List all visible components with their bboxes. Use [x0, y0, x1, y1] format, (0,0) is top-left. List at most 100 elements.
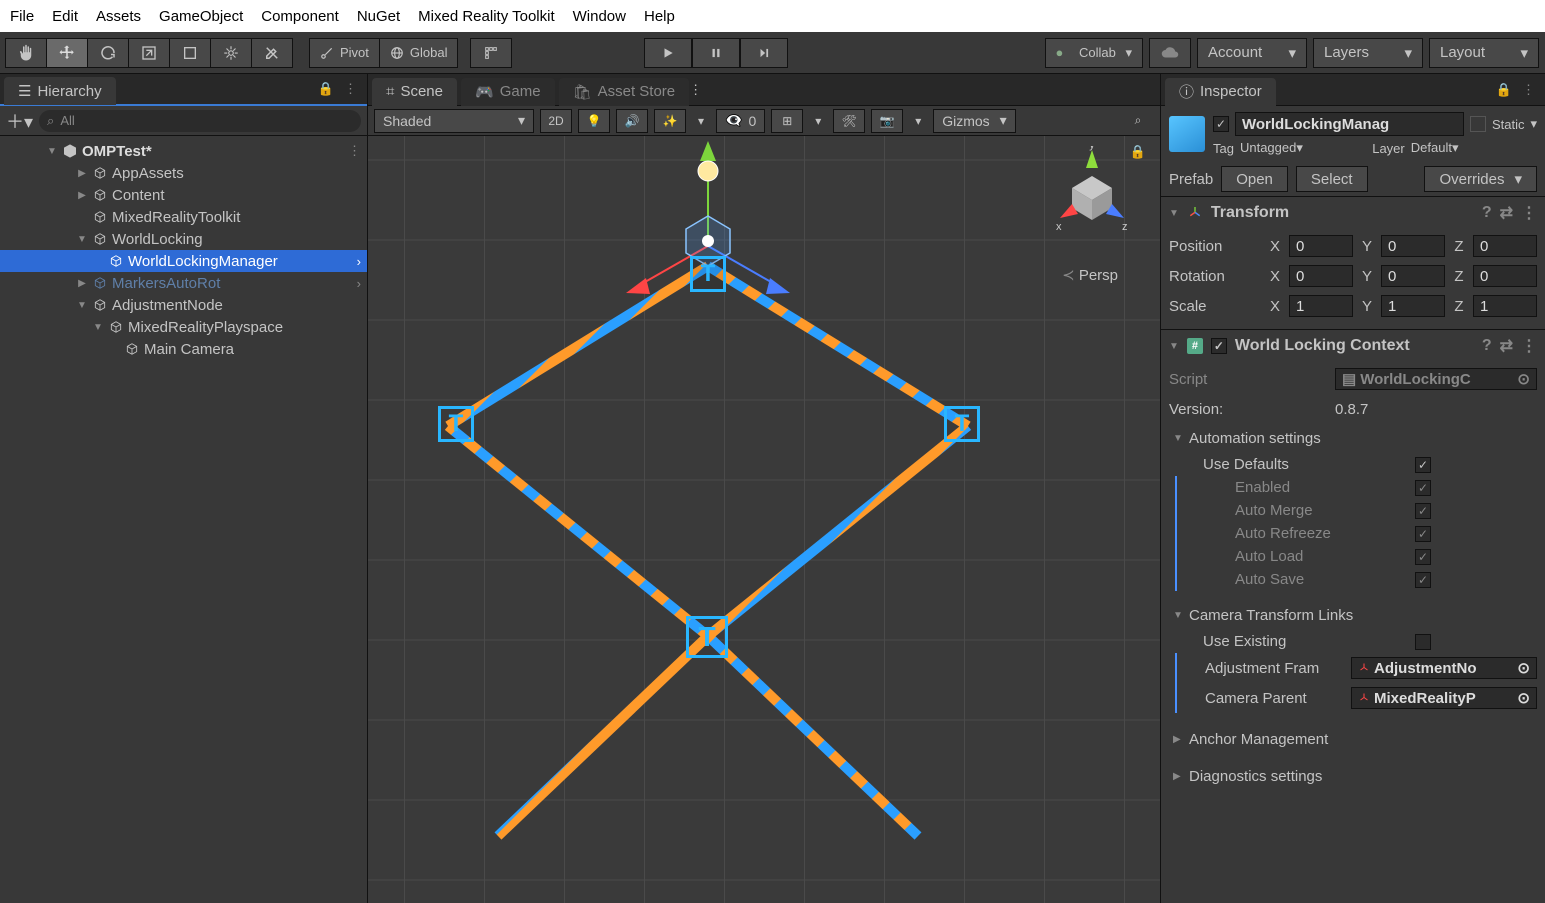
menu-gameobject[interactable]: GameObject: [159, 8, 243, 25]
tools-toggle[interactable]: 🛠: [833, 109, 865, 133]
rotation-z[interactable]: 0: [1473, 265, 1537, 287]
position-y[interactable]: 0: [1381, 235, 1445, 257]
diagnostics-section[interactable]: ▶Diagnostics settings: [1169, 762, 1537, 791]
preset-icon[interactable]: ⇄: [1500, 336, 1513, 356]
cloud-button[interactable]: [1149, 38, 1191, 68]
position-x[interactable]: 0: [1289, 235, 1353, 257]
pivot-toggle[interactable]: Pivot: [309, 38, 380, 68]
hierarchy-search[interactable]: ⌕All: [39, 110, 361, 132]
hand-tool[interactable]: [5, 38, 47, 68]
camera-parent-field[interactable]: MixedRealityP⊙: [1351, 687, 1537, 709]
transform-header[interactable]: ▼ Transform ? ⇄ ⋮: [1161, 196, 1545, 229]
autoload-checkbox[interactable]: ✓: [1415, 549, 1431, 565]
tab-menu-icon[interactable]: ⋮: [344, 81, 357, 97]
automerge-checkbox[interactable]: ✓: [1415, 503, 1431, 519]
camera-toggle[interactable]: 📷: [871, 109, 903, 133]
step-button[interactable]: [740, 38, 788, 68]
static-dropdown-icon[interactable]: ▾: [1530, 116, 1537, 132]
hierarchy-item[interactable]: MixedRealityToolkit: [0, 206, 367, 228]
menu-help[interactable]: Help: [644, 8, 675, 25]
move-tool[interactable]: [46, 38, 88, 68]
account-dropdown[interactable]: Account▾: [1197, 38, 1307, 68]
2d-toggle[interactable]: 2D: [540, 109, 572, 133]
component-menu-icon[interactable]: ⋮: [1521, 203, 1537, 223]
use-existing-checkbox[interactable]: ✓: [1415, 634, 1431, 650]
fx-dropdown[interactable]: ▾: [692, 109, 710, 133]
transform-tool[interactable]: [210, 38, 252, 68]
menu-nuget[interactable]: NuGet: [357, 8, 400, 25]
scene-menu-icon[interactable]: ⋮: [348, 143, 361, 159]
game-tab[interactable]: 🎮Game: [461, 78, 555, 106]
scale-z[interactable]: 1: [1473, 295, 1537, 317]
prefab-select-button[interactable]: Select: [1296, 166, 1368, 192]
enabled-checkbox[interactable]: ✓: [1415, 480, 1431, 496]
menu-component[interactable]: Component: [261, 8, 339, 25]
rotation-x[interactable]: 0: [1289, 265, 1353, 287]
projection-label[interactable]: ≺ Persp: [1062, 266, 1118, 284]
rotation-y[interactable]: 0: [1381, 265, 1445, 287]
scene-viewport[interactable]: T T T T y x z 🔒 ≺ Persp: [368, 136, 1160, 903]
create-dropdown[interactable]: ＋▾: [6, 108, 33, 134]
collab-dropdown[interactable]: ● Collab ▾: [1045, 38, 1143, 68]
autosave-checkbox[interactable]: ✓: [1415, 572, 1431, 588]
layer-dropdown[interactable]: Default▾: [1411, 140, 1537, 156]
hierarchy-item[interactable]: ▼ AdjustmentNode: [0, 294, 367, 316]
scene-tab[interactable]: ⌗Scene: [372, 78, 457, 106]
hierarchy-item[interactable]: ▶ AppAssets: [0, 162, 367, 184]
menu-assets[interactable]: Assets: [96, 8, 141, 25]
hierarchy-item[interactable]: ▶ Content: [0, 184, 367, 206]
menu-file[interactable]: File: [10, 8, 34, 25]
gameobject-name-field[interactable]: WorldLockingManag: [1235, 112, 1464, 136]
preset-icon[interactable]: ⇄: [1500, 203, 1513, 223]
hierarchy-item[interactable]: ▶ MarkersAutoRot ›: [0, 272, 367, 294]
hierarchy-item[interactable]: Main Camera: [0, 338, 367, 360]
orientation-gizmo[interactable]: y x z: [1042, 146, 1142, 246]
lighting-toggle[interactable]: 💡: [578, 109, 610, 133]
grid-dropdown[interactable]: ▾: [809, 109, 827, 133]
anchor-mgmt-section[interactable]: ▶Anchor Management: [1169, 725, 1537, 754]
help-icon[interactable]: ?: [1482, 204, 1492, 222]
active-checkbox[interactable]: ✓: [1213, 116, 1229, 132]
shading-mode[interactable]: Shaded▾: [374, 109, 534, 133]
grid-toggle[interactable]: ⊞: [771, 109, 803, 133]
hidden-objects[interactable]: 👁‍🗨0: [716, 109, 765, 133]
scale-tool[interactable]: [128, 38, 170, 68]
fx-toggle[interactable]: ✨: [654, 109, 686, 133]
position-z[interactable]: 0: [1473, 235, 1537, 257]
play-button[interactable]: [644, 38, 692, 68]
camera-links-section[interactable]: ▼Camera Transform Links: [1169, 601, 1537, 630]
tag-dropdown[interactable]: Untagged▾: [1240, 140, 1366, 156]
layout-dropdown[interactable]: Layout▾: [1429, 38, 1539, 68]
menu-edit[interactable]: Edit: [52, 8, 78, 25]
inspector-tab[interactable]: ⓘInspector: [1165, 78, 1276, 106]
menu-mrtk[interactable]: Mixed Reality Toolkit: [418, 8, 554, 25]
lock-icon[interactable]: 🔒: [318, 81, 334, 97]
inspector-menu-icon[interactable]: ⋮: [1522, 82, 1535, 98]
help-icon[interactable]: ?: [1482, 337, 1492, 355]
autorefreeze-checkbox[interactable]: ✓: [1415, 526, 1431, 542]
layers-dropdown[interactable]: Layers▾: [1313, 38, 1423, 68]
rect-tool[interactable]: [169, 38, 211, 68]
component-menu-icon[interactable]: ⋮: [1521, 336, 1537, 356]
hierarchy-tab[interactable]: ☰Hierarchy: [4, 77, 116, 105]
snap-toggle[interactable]: [470, 38, 512, 68]
use-defaults-checkbox[interactable]: ✓: [1415, 457, 1431, 473]
inspector-lock-icon[interactable]: 🔒: [1496, 82, 1512, 98]
gizmos-dropdown[interactable]: Gizmos ▾: [933, 109, 1015, 133]
rotate-tool[interactable]: [87, 38, 129, 68]
automation-section[interactable]: ▼Automation settings: [1169, 424, 1537, 453]
scene-search-icon[interactable]: ⌕: [1122, 109, 1154, 133]
wlc-header[interactable]: ▼ # ✓ World Locking Context ? ⇄ ⋮: [1161, 329, 1545, 362]
audio-toggle[interactable]: 🔊: [616, 109, 648, 133]
custom-tool[interactable]: [251, 38, 293, 68]
hierarchy-item[interactable]: WorldLockingManager ›: [0, 250, 367, 272]
component-enabled-checkbox[interactable]: ✓: [1211, 338, 1227, 354]
prefab-overrides-dropdown[interactable]: Overrides▾: [1424, 166, 1537, 192]
prefab-open-button[interactable]: Open: [1221, 166, 1288, 192]
adjustment-frame-field[interactable]: AdjustmentNo⊙: [1351, 657, 1537, 679]
asset-store-tab[interactable]: 🛍Asset Store: [559, 78, 690, 106]
camera-dropdown[interactable]: ▾: [909, 109, 927, 133]
scale-x[interactable]: 1: [1289, 295, 1353, 317]
scale-y[interactable]: 1: [1381, 295, 1445, 317]
menu-window[interactable]: Window: [573, 8, 626, 25]
